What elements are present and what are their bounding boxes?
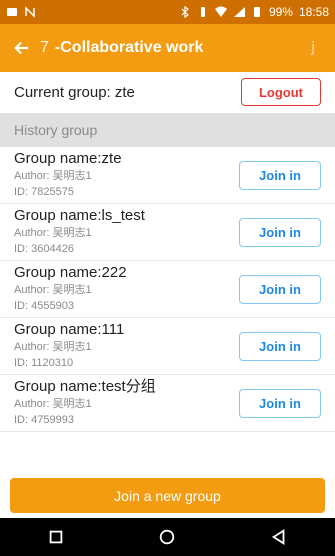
title-prefix: 7: [40, 39, 49, 56]
group-name: Group name:222: [14, 264, 127, 281]
group-author: Author: 吴明志1: [14, 284, 92, 296]
battery-icon: [251, 7, 263, 17]
image-icon: [6, 7, 18, 17]
join-in-button[interactable]: Join in: [239, 274, 321, 304]
history-group-header: History group: [0, 113, 335, 147]
bluetooth-icon: [179, 6, 191, 18]
join-in-button[interactable]: Join in: [239, 331, 321, 361]
app-bar-trailing-text: j: [311, 40, 315, 56]
logout-button[interactable]: Logout: [241, 78, 321, 106]
group-author: Author: 吴明志1: [14, 398, 92, 410]
recents-button[interactable]: [36, 522, 76, 552]
group-id: ID: 7825575: [14, 186, 74, 198]
join-new-group-button[interactable]: Join a new group: [10, 478, 325, 513]
status-time: 18:58: [298, 5, 329, 19]
group-name: Group name:test分组: [14, 378, 156, 395]
group-id: ID: 1120310: [14, 357, 74, 369]
page-title: 7 -Collaborative work: [40, 39, 203, 57]
battery-percent: 99%: [268, 5, 293, 19]
wifi-icon: [214, 6, 227, 17]
title-text: -Collaborative work: [54, 39, 204, 56]
n-icon: [24, 6, 36, 18]
list-item: Group name:zte Author: 吴明志1 ID: 7825575 …: [0, 147, 335, 204]
home-button[interactable]: [147, 522, 187, 552]
group-name: Group name:ls_test: [14, 207, 145, 224]
current-group-row: Current group: zte Logout: [0, 72, 335, 112]
join-in-button[interactable]: Join in: [239, 160, 321, 190]
group-id: ID: 4555903: [14, 300, 74, 312]
vibrate-icon: [197, 7, 209, 17]
circle-icon: [160, 529, 175, 545]
group-author: Author: 吴明志1: [14, 170, 92, 182]
list-item: Group name:ls_test Author: 吴明志1 ID: 3604…: [0, 204, 335, 261]
triangle-back-icon: [272, 529, 285, 545]
list-item: Group name:test分组 Author: 吴明志1 ID: 47599…: [0, 375, 335, 432]
history-group-list: Group name:zte Author: 吴明志1 ID: 7825575 …: [0, 147, 335, 432]
system-nav-bar: [0, 518, 335, 556]
list-item: Group name:111 Author: 吴明志1 ID: 1120310 …: [0, 318, 335, 375]
back-button[interactable]: [259, 522, 299, 552]
group-author: Author: 吴明志1: [14, 227, 92, 239]
group-name: Group name:zte: [14, 150, 122, 167]
back-arrow-icon[interactable]: [10, 36, 34, 60]
list-item: Group name:222 Author: 吴明志1 ID: 4555903 …: [0, 261, 335, 318]
group-id: ID: 4759993: [14, 414, 74, 426]
status-bar: 99% 18:58: [0, 0, 335, 24]
group-author: Author: 吴明志1: [14, 341, 92, 353]
group-name: Group name:111: [14, 321, 125, 338]
app-bar: 7 -Collaborative work j: [0, 24, 335, 72]
signal-icon: [233, 7, 245, 17]
group-id: ID: 3604426: [14, 243, 74, 255]
join-in-button[interactable]: Join in: [239, 388, 321, 418]
join-in-button[interactable]: Join in: [239, 217, 321, 247]
current-group-label: Current group: zte: [14, 83, 135, 101]
square-icon: [49, 530, 63, 544]
